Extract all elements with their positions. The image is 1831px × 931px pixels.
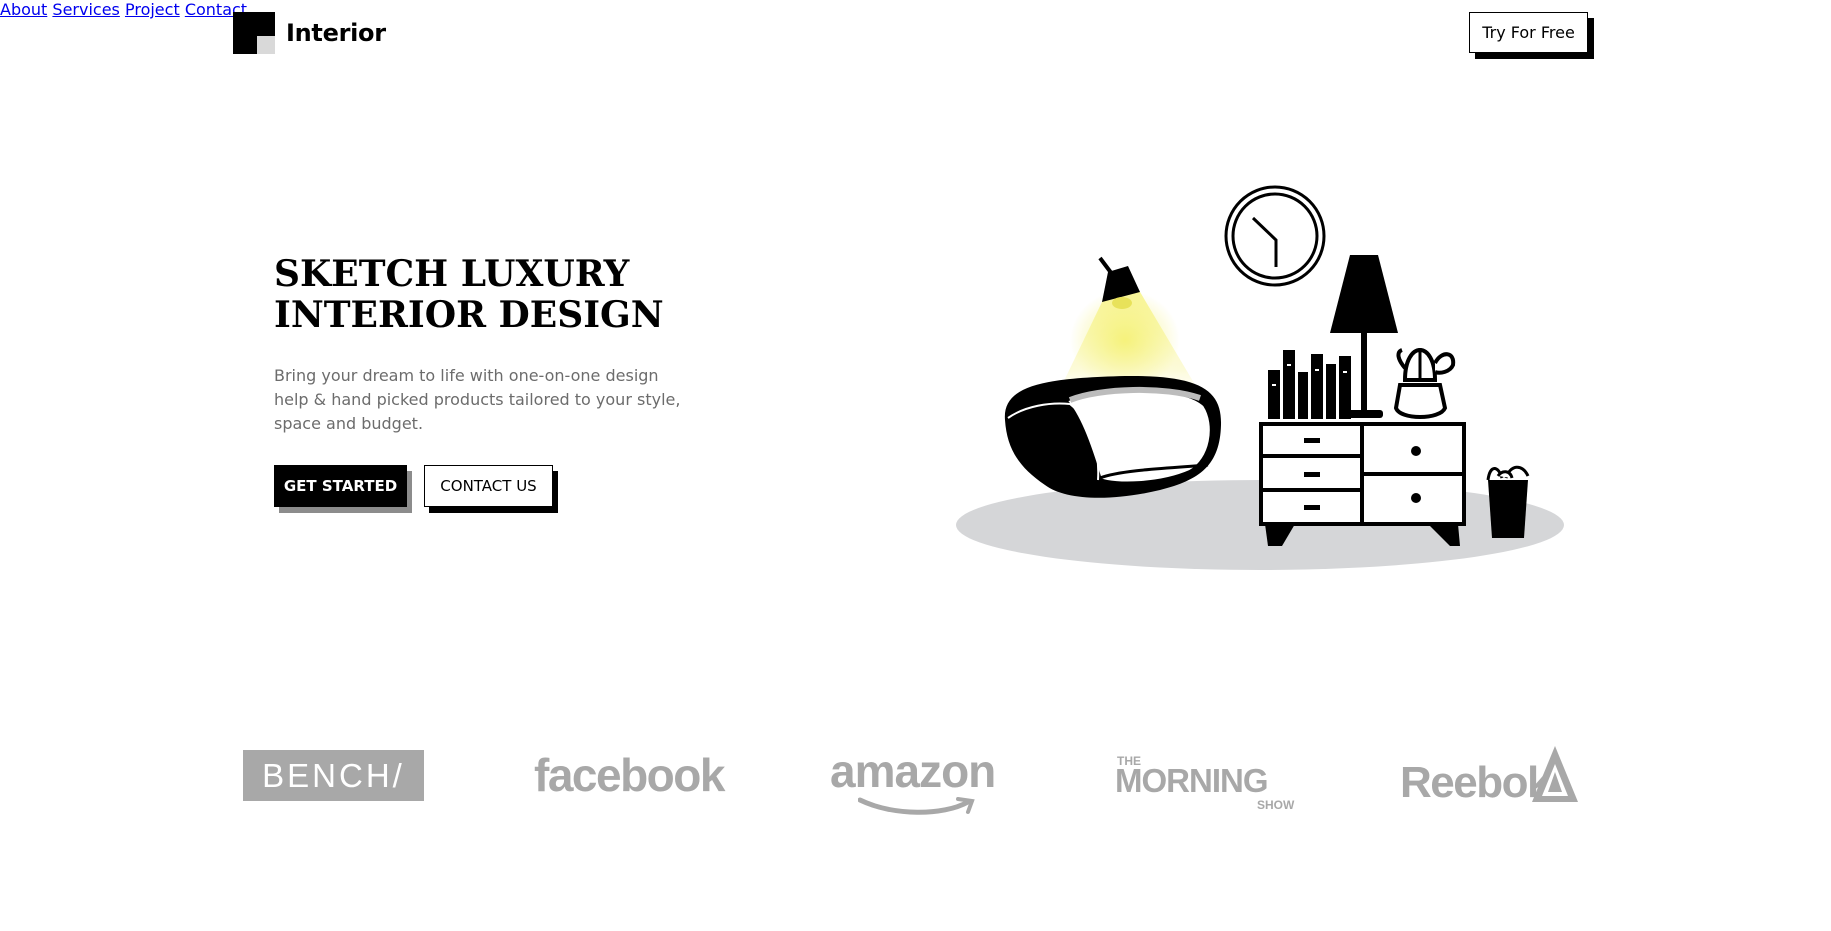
brand-morning-show-text: SHOW (1257, 798, 1295, 812)
books (1268, 350, 1351, 419)
brand-morning-main: MORNING (1115, 762, 1268, 799)
logo-text: Interior (286, 19, 386, 47)
nav-project[interactable]: Project (125, 0, 180, 19)
brand-morning-show: THE MORNING SHOW (1115, 754, 1294, 814)
nav-about[interactable]: About (0, 0, 47, 19)
brand-reebok-text: Reebok (1400, 758, 1551, 807)
hero-description: Bring your dream to life with one-on-one… (274, 366, 681, 433)
amazon-smile-icon (858, 797, 975, 815)
contact-us-button[interactable]: CONTACT US (424, 465, 553, 507)
brand-amazon-text: amazon (830, 745, 996, 797)
brand-bench: BENCH/ (243, 750, 424, 801)
brand-amazon: amazon (830, 744, 1000, 815)
site-header: Interior About Services Project Contact … (0, 0, 1831, 70)
hero-illustration (956, 185, 1564, 570)
brand-bench-text: BENCH/ (262, 756, 405, 794)
hero-title-line-2: INTERIOR DESIGN (274, 294, 664, 336)
get-started-button[interactable]: GET STARTED (274, 465, 407, 507)
hero-title: SKETCH LUXURY INTERIOR DESIGN (274, 254, 794, 336)
clock-icon (1224, 185, 1326, 287)
trash-bin (1486, 465, 1530, 538)
cactus-icon (1393, 348, 1456, 419)
hero-title-line-1: SKETCH LUXURY (274, 253, 630, 295)
brand-facebook: facebook (534, 749, 725, 801)
logo[interactable]: Interior (233, 12, 386, 54)
try-for-free-button[interactable]: Try For Free (1469, 12, 1588, 53)
nav-services[interactable]: Services (52, 0, 119, 19)
logo-mark-icon (233, 12, 275, 54)
brand-reebok: Reebok (1400, 746, 1580, 816)
reebok-delta-icon (1532, 746, 1578, 802)
brand-logos: BENCH/ facebook amazon THE MORNING SHOW … (0, 740, 1831, 830)
armchair (1004, 375, 1222, 498)
